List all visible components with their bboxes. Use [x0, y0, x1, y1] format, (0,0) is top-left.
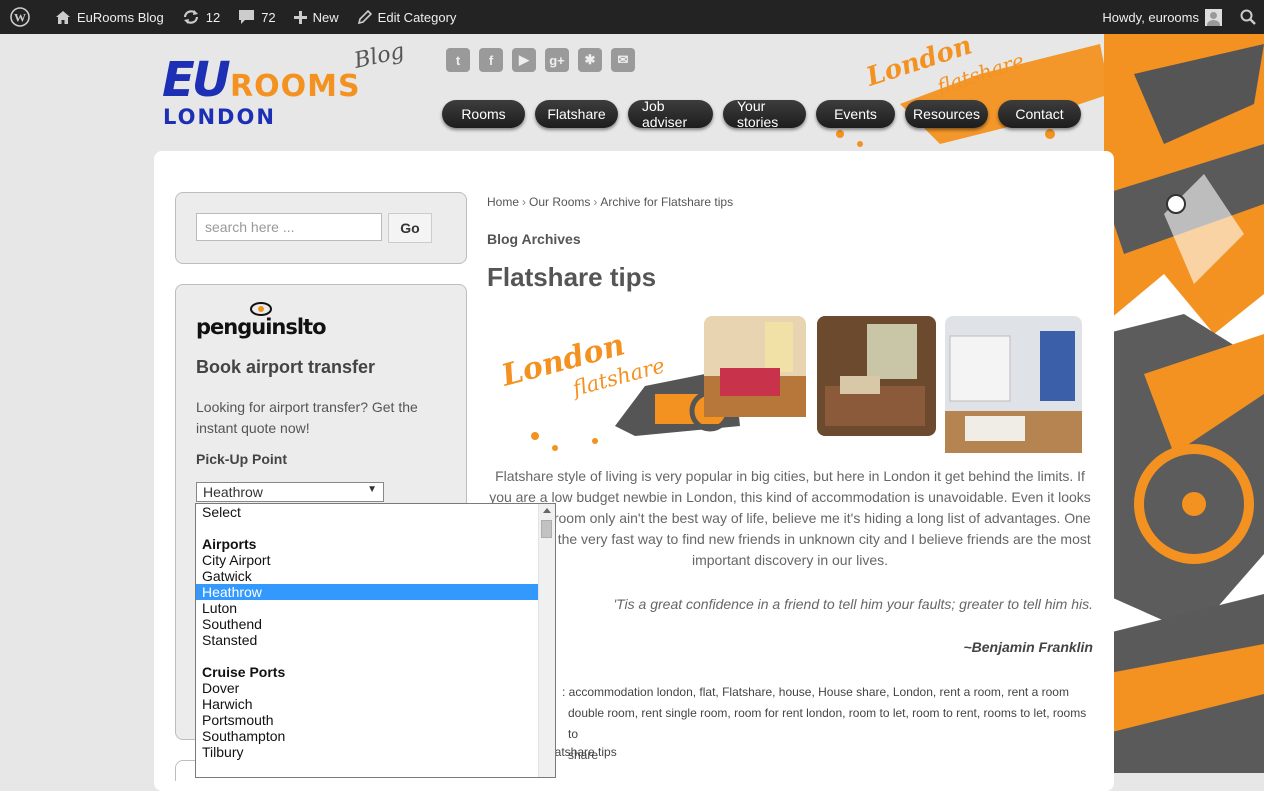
social-links: t f ▶ g+ ✱ ✉ [446, 48, 635, 72]
new-content-link[interactable]: New [285, 0, 348, 34]
site-name: EuRooms Blog [77, 9, 164, 25]
dropdown-scrollbar[interactable] [538, 504, 555, 777]
greeting: Howdy, eurooms [1102, 9, 1199, 25]
nav-job-adviser[interactable]: Job adviser [628, 98, 713, 130]
pickup-select[interactable]: Heathrow ▼ [196, 482, 384, 502]
dropdown-option[interactable]: Southampton [196, 728, 539, 744]
svg-text:Blog: Blog [351, 44, 407, 74]
wordpress-icon[interactable]: W [0, 0, 39, 34]
dropdown-options: Select Airports City Airport Gatwick Heathro… [196, 504, 539, 760]
admin-bar: W EuRooms Blog 12 72 New Edit Category H… [0, 0, 1264, 34]
archive-label: Blog Archives [487, 231, 581, 247]
pickup-dropdown-list[interactable]: Select Airports City Airport Gatwick Heathro… [195, 503, 556, 778]
penguin-eye-icon [250, 302, 272, 316]
chevron-down-icon: ▼ [367, 484, 377, 495]
dropdown-option[interactable]: Harwich [196, 696, 539, 712]
edit-category-label: Edit Category [377, 9, 457, 25]
dropdown-option[interactable]: Southend [196, 616, 539, 632]
refresh-icon [183, 10, 198, 24]
home-icon [56, 10, 70, 24]
search-go-button[interactable]: Go [388, 213, 432, 243]
dropdown-option[interactable]: Tilbury [196, 744, 539, 760]
breadcrumb-home[interactable]: Home [487, 195, 519, 209]
user-account-menu[interactable]: Howdy, eurooms [1093, 0, 1231, 34]
site-name-link[interactable]: EuRooms Blog [39, 0, 173, 34]
tags-line-1[interactable]: : accommodation london, flat, Flatshare,… [487, 682, 1093, 703]
breadcrumb-current: Archive for Flatshare tips [600, 195, 734, 209]
breadcrumb-separator: › [593, 195, 598, 209]
london-flatshare-art: London flatshare [836, 34, 1110, 147]
edit-category-link[interactable]: Edit Category [348, 0, 466, 34]
twitter-icon[interactable]: t [446, 48, 470, 72]
tags-line-2[interactable]: double room, rent single room, room for … [487, 703, 1093, 745]
svg-text:ROOMS: ROOMS [230, 69, 361, 104]
youtube-icon[interactable]: ▶ [512, 48, 536, 72]
eurooms-london-logo[interactable]: EU ROOMS Blog LONDON [160, 44, 420, 128]
pencil-icon [357, 9, 372, 24]
scroll-up-arrow-icon[interactable] [543, 508, 551, 513]
yelp-icon[interactable]: ✱ [578, 48, 602, 72]
dropdown-option[interactable]: Portsmouth [196, 712, 539, 728]
quote-author: ~Benjamin Franklin [963, 639, 1093, 655]
nav-events[interactable]: Events [816, 100, 895, 128]
scroll-thumb[interactable] [541, 520, 552, 538]
nav-contact[interactable]: Contact [998, 100, 1081, 128]
penguins-logo[interactable]: penguinslto [196, 302, 327, 339]
dropdown-group-label: Airports [202, 536, 257, 552]
search-input[interactable]: search here ... [196, 213, 382, 241]
admin-search-icon[interactable] [1231, 0, 1264, 34]
dropdown-option[interactable]: Luton [196, 600, 539, 616]
breadcrumb: Home › Our Rooms › Archive for Flatshare tip… [487, 195, 733, 209]
dropdown-spacer [196, 648, 539, 664]
dropdown-option[interactable]: Stansted [196, 632, 539, 648]
pickup-label: Pick-Up Point [196, 451, 288, 467]
comments-link[interactable]: 72 [229, 0, 284, 34]
dropdown-option[interactable]: Heathrow [196, 584, 539, 600]
dropdown-group-label: Cruise Ports [202, 664, 286, 680]
google-plus-icon[interactable]: g+ [545, 48, 569, 72]
facebook-icon[interactable]: f [479, 48, 503, 72]
grunge-background-art [1104, 34, 1264, 773]
dropdown-option[interactable]: Dover [196, 680, 539, 696]
avatar [1205, 8, 1222, 26]
nav-flatshare[interactable]: Flatshare [535, 100, 618, 128]
main-nav: Rooms Flatshare Job adviser Your stories… [442, 98, 1081, 130]
comment-icon [239, 10, 255, 24]
breadcrumb-our-rooms[interactable]: Our Rooms [529, 195, 590, 209]
nav-resources[interactable]: Resources [905, 100, 988, 128]
updates-link[interactable]: 12 [173, 0, 229, 34]
penguins-brand: penguinslto [196, 315, 327, 339]
bright-room-photo [945, 316, 1082, 453]
dropdown-option[interactable]: Gatwick [196, 568, 539, 584]
comments-count: 72 [261, 9, 276, 25]
pickup-selected-value: Heathrow [203, 484, 263, 500]
flatshare-banner-image: London flatshare [497, 316, 1082, 453]
search-widget: search here ... Go [175, 192, 467, 264]
svg-text:LONDON: LONDON [163, 105, 276, 128]
breadcrumb-separator: › [522, 195, 527, 209]
mail-icon[interactable]: ✉ [611, 48, 635, 72]
article-body: Flatshare style of living is very popula… [489, 468, 1091, 568]
dropdown-spacer [196, 520, 539, 536]
transfer-title: Book airport transfer [196, 357, 376, 377]
updates-count: 12 [205, 9, 221, 25]
transfer-description: Looking for airport transfer? Get the in… [196, 399, 418, 436]
new-label: New [312, 9, 339, 25]
svg-text:EU: EU [162, 52, 230, 108]
quote: 'Tis a great confidence in a friend to t… [613, 596, 1093, 612]
bedroom-photo [704, 316, 806, 417]
nav-rooms[interactable]: Rooms [442, 100, 525, 128]
svg-text:W: W [14, 11, 26, 25]
living-room-photo [817, 316, 936, 436]
plus-icon [293, 10, 307, 24]
dropdown-option[interactable]: City Airport [196, 552, 539, 568]
dropdown-option[interactable]: Select [196, 504, 539, 520]
nav-your-stories[interactable]: Your stories [723, 98, 806, 130]
page-title: Flatshare tips [487, 262, 657, 292]
category-link[interactable]: latshare tips [552, 745, 617, 759]
